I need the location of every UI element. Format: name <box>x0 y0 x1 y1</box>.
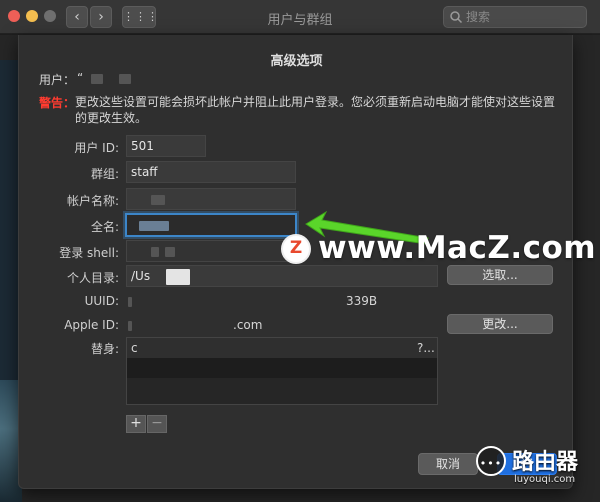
change-apple-id-button[interactable]: 更改... <box>447 314 553 334</box>
redacted-text <box>118 73 131 84</box>
account-name-field[interactable] <box>126 188 296 210</box>
redacted-text <box>128 320 132 331</box>
alias-value-start: c <box>131 341 138 355</box>
group-field[interactable]: staff <box>126 161 296 183</box>
home-directory-field[interactable]: /Us <box>126 265 438 287</box>
alias-value-end: ?... <box>417 341 435 355</box>
full-name-label: 全名: <box>90 220 119 234</box>
redacted-text <box>128 296 132 307</box>
plus-icon: + <box>130 415 142 431</box>
router-logo-icon: ••• <box>476 446 506 476</box>
home-directory-label: 个人目录: <box>66 271 119 285</box>
aliases-list[interactable]: c ?... <box>126 337 438 405</box>
macz-logo-letter: Z <box>289 238 303 258</box>
redacted-text <box>165 246 175 257</box>
macz-logo: Z <box>281 234 311 264</box>
user-label: 用户： <box>39 73 76 87</box>
account-name-label: 帐户名称: <box>66 194 119 208</box>
user-value: “ <box>77 71 131 85</box>
full-name-field[interactable] <box>125 213 297 237</box>
search-input[interactable] <box>466 9 584 25</box>
redacted-text <box>151 194 165 205</box>
search-field[interactable] <box>443 6 587 28</box>
group-value: staff <box>131 165 158 179</box>
cancel-button[interactable]: 取消 <box>418 453 478 475</box>
luyouqi-cn-text: 路由器 <box>512 450 579 475</box>
add-alias-button[interactable]: + <box>126 415 146 433</box>
window-titlebar: ‹ › ⋮⋮⋮ 用户与群组 <box>0 0 600 34</box>
login-shell-field[interactable] <box>126 240 296 262</box>
choose-home-directory-button[interactable]: 选取... <box>447 265 553 285</box>
uuid-value: 339B <box>128 294 408 308</box>
uuid-label: UUID: <box>84 294 119 308</box>
router-logo-dots: ••• <box>479 457 503 470</box>
home-directory-value: /Us <box>131 269 151 283</box>
macz-watermark-text: www.MacZ.com <box>318 230 597 266</box>
list-item[interactable] <box>127 358 437 378</box>
apple-id-label: Apple ID: <box>64 318 119 332</box>
user-id-label: 用户 ID: <box>74 141 119 155</box>
user-id-field[interactable]: 501 <box>126 135 206 157</box>
login-shell-label: 登录 shell: <box>59 246 119 260</box>
user-id-value: 501 <box>131 139 154 153</box>
warning-text: 更改这些设置可能会损坏此帐户并阻止此用户登录。您必须重新启动电脑才能使对这些设置… <box>75 95 556 125</box>
luyouqi-url-text: luyouqi.com <box>514 474 576 485</box>
sheet-title: 高级选项 <box>270 54 323 69</box>
user-value-quote: “ <box>77 71 84 85</box>
warning-label: 警告： <box>39 96 76 110</box>
apple-id-value: .com <box>128 318 328 332</box>
list-item[interactable] <box>127 378 437 404</box>
luyouqi-watermark: ••• 路由器 luyouqi.com <box>476 440 600 502</box>
redacted-text <box>166 268 191 285</box>
search-icon <box>450 11 463 24</box>
redacted-text <box>151 246 159 257</box>
list-item[interactable]: c ?... <box>127 338 437 358</box>
uuid-value-end: 339B <box>346 294 378 308</box>
redacted-text <box>91 73 104 84</box>
group-label: 群组: <box>90 167 119 181</box>
remove-alias-button[interactable]: − <box>147 415 167 433</box>
aliases-label: 替身: <box>90 342 119 356</box>
apple-id-value-end: .com <box>233 318 263 332</box>
redacted-text <box>139 220 169 231</box>
minus-icon: − <box>151 415 163 431</box>
